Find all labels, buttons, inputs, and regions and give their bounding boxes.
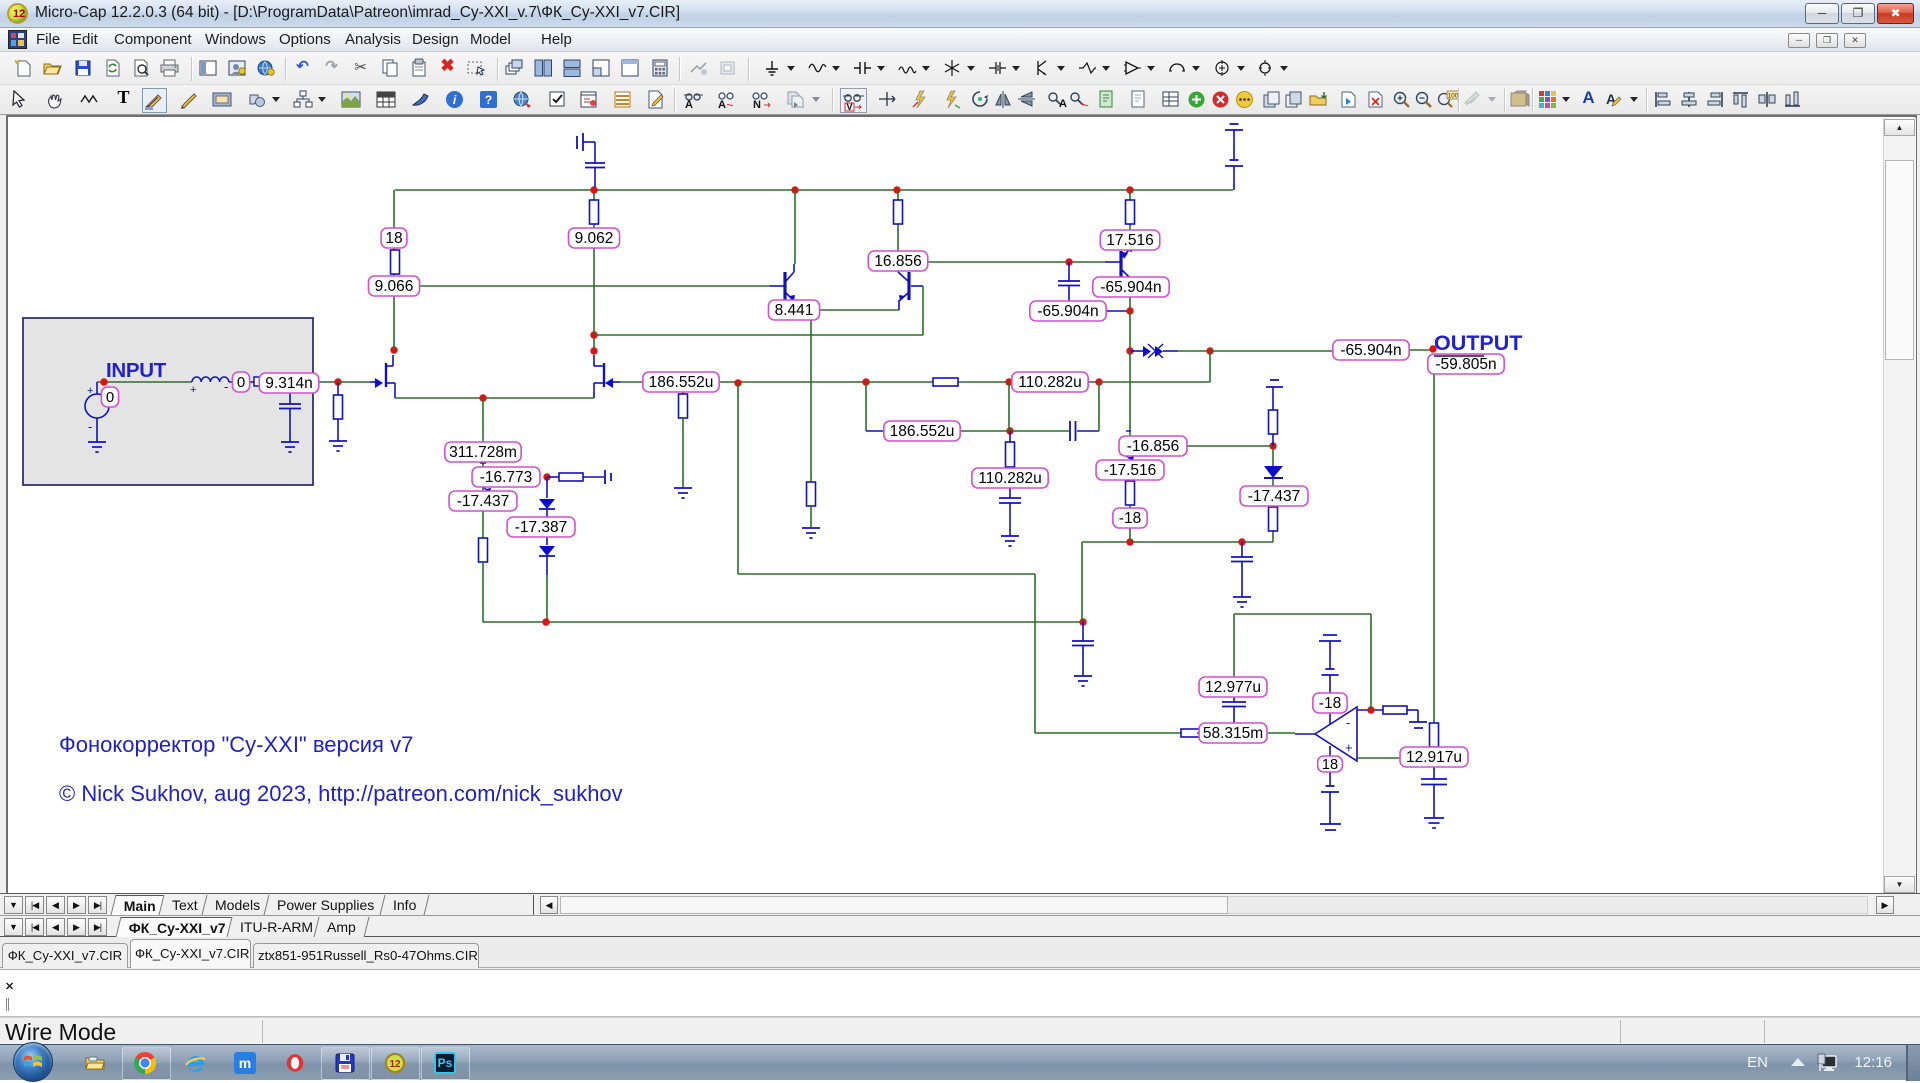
svg-text:-18: -18 bbox=[1119, 510, 1141, 527]
svg-text:Фонокорректор "Су-XXI" версия: Фонокорректор "Су-XXI" версия v7 bbox=[59, 732, 413, 757]
svg-text:+: + bbox=[1345, 740, 1353, 755]
svg-text:-: - bbox=[1346, 715, 1350, 730]
svg-text:186.552u: 186.552u bbox=[890, 423, 955, 440]
svg-text:17.516: 17.516 bbox=[1106, 232, 1153, 249]
svg-text:186.552u: 186.552u bbox=[649, 374, 714, 391]
svg-text:9.062: 9.062 bbox=[575, 230, 614, 247]
svg-text:0: 0 bbox=[237, 374, 245, 391]
svg-text:© Nick Sukhov, aug 2023, http:: © Nick Sukhov, aug 2023, http://patreon.… bbox=[59, 781, 623, 806]
svg-text:INPUT: INPUT bbox=[106, 359, 167, 382]
svg-text:-59.805n: -59.805n bbox=[1435, 356, 1496, 373]
svg-text:-16.773: -16.773 bbox=[480, 469, 533, 486]
svg-text:-: - bbox=[88, 419, 92, 434]
svg-text:-: - bbox=[224, 379, 228, 394]
svg-text:12.977u: 12.977u bbox=[1205, 679, 1261, 696]
svg-text:18: 18 bbox=[385, 230, 402, 247]
svg-text:9.314n: 9.314n bbox=[265, 375, 312, 392]
svg-text:110.282u: 110.282u bbox=[1018, 374, 1082, 391]
svg-text:12: 12 bbox=[389, 1059, 401, 1070]
svg-text:58.315m: 58.315m bbox=[1203, 725, 1263, 742]
svg-text:-18: -18 bbox=[1319, 695, 1341, 712]
svg-text:0: 0 bbox=[106, 389, 114, 406]
svg-text:8.441: 8.441 bbox=[775, 302, 814, 319]
svg-text:12.917u: 12.917u bbox=[1406, 749, 1462, 766]
svg-text:-65.904n: -65.904n bbox=[1037, 303, 1098, 320]
svg-text:9.066: 9.066 bbox=[375, 278, 414, 295]
svg-text:311.728m: 311.728m bbox=[449, 444, 517, 461]
svg-text:16.856: 16.856 bbox=[874, 253, 921, 270]
svg-text:OUTPUT: OUTPUT bbox=[1434, 331, 1522, 355]
svg-text:18: 18 bbox=[1322, 757, 1338, 773]
svg-text:+: + bbox=[190, 384, 196, 396]
svg-text:-65.904n: -65.904n bbox=[1340, 342, 1401, 359]
svg-text:110.282u: 110.282u bbox=[978, 470, 1042, 487]
svg-text:-65.904n: -65.904n bbox=[1100, 279, 1161, 296]
svg-text:+: + bbox=[87, 385, 93, 397]
svg-text:-17.437: -17.437 bbox=[457, 493, 510, 510]
svg-text:-16.856: -16.856 bbox=[1127, 438, 1180, 455]
svg-text:-17.437: -17.437 bbox=[1248, 488, 1301, 505]
svg-text:-17.516: -17.516 bbox=[1104, 462, 1157, 479]
svg-text:-17.387: -17.387 bbox=[515, 519, 568, 536]
